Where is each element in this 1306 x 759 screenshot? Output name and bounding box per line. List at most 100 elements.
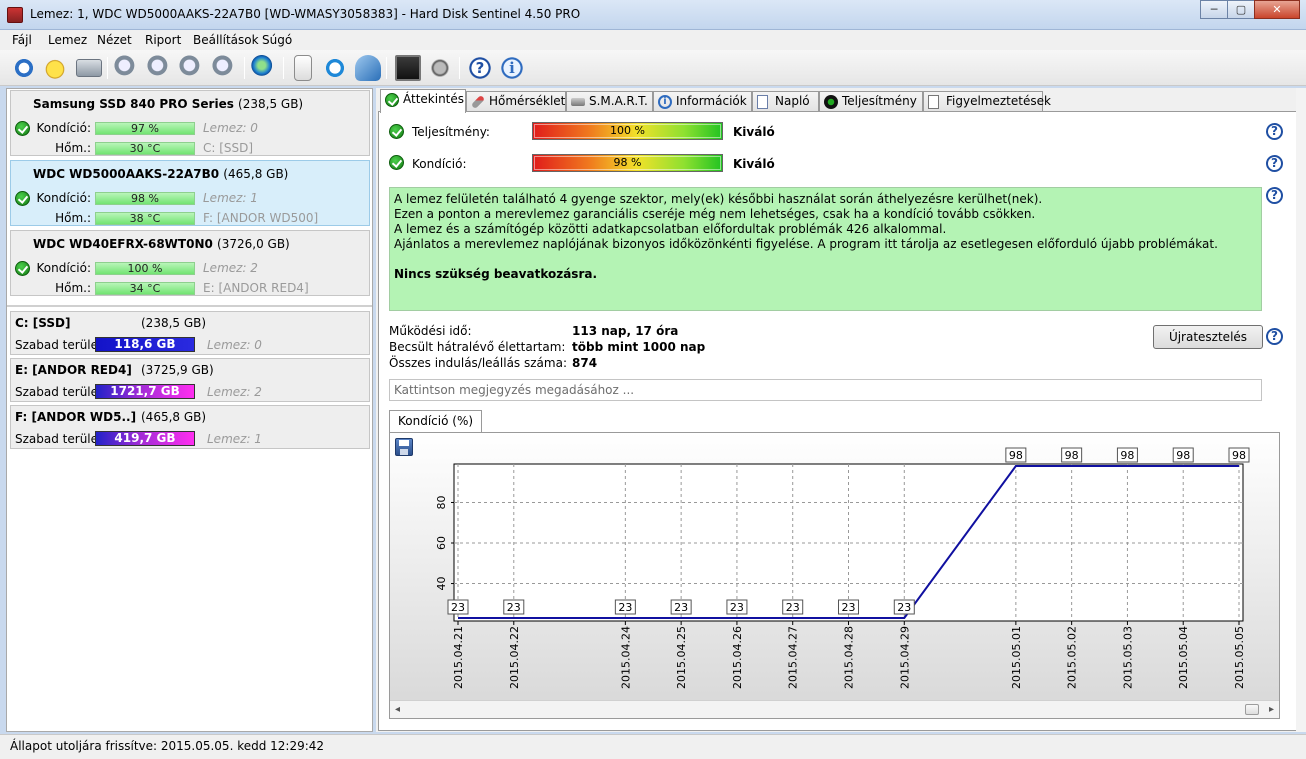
partition-size: (238,5 GB) xyxy=(141,316,207,330)
network-icon[interactable] xyxy=(355,55,381,81)
tab-overview[interactable]: Áttekintés xyxy=(380,89,466,113)
disk-icon[interactable] xyxy=(76,59,102,77)
retest-button[interactable]: Újratesztelés xyxy=(1153,325,1263,349)
info-icon[interactable]: i xyxy=(499,55,525,81)
free-space-label: Szabad terület xyxy=(15,338,103,352)
free-space-label: Szabad terület xyxy=(15,385,103,399)
menu-report[interactable]: Riport xyxy=(145,33,181,47)
x-tick-label: 2015.05.01 xyxy=(1010,626,1023,689)
warning-icon[interactable] xyxy=(42,55,68,81)
app-icon xyxy=(7,7,23,23)
tab-temperature[interactable]: Hőmérséklet xyxy=(466,91,566,112)
log-icon xyxy=(757,95,768,109)
info-icon: i xyxy=(658,95,672,109)
refresh-icon[interactable] xyxy=(11,55,37,81)
tool-icon[interactable] xyxy=(179,55,205,81)
partition-size: (465,8 GB) xyxy=(141,410,207,424)
y-tick-label: 80 xyxy=(435,495,448,509)
tab-information[interactable]: i Információk xyxy=(653,91,752,112)
sync-icon[interactable] xyxy=(322,55,348,81)
free-space-bar: 118,6 GB xyxy=(95,337,195,352)
condition-label: Kondíció: xyxy=(36,121,92,135)
help-icon[interactable]: ? xyxy=(1266,187,1283,204)
globe-icon[interactable] xyxy=(250,55,276,81)
condition-bar: 98 % xyxy=(95,192,195,205)
menu-settings[interactable]: Beállítások xyxy=(193,33,259,47)
message-line: A lemez felületén található 4 gyenge sze… xyxy=(394,192,1043,206)
tool-icon[interactable] xyxy=(212,55,238,81)
divider xyxy=(7,305,372,307)
vertical-scrollbar[interactable] xyxy=(1296,88,1306,732)
status-bar: Állapot utoljára frissítve: 2015.05.05. … xyxy=(0,734,1306,759)
disk-ref: Lemez: 1 xyxy=(203,191,258,205)
tool-icon[interactable] xyxy=(114,55,140,81)
tab-label: Áttekintés xyxy=(403,92,465,106)
help-icon[interactable]: ? xyxy=(1266,155,1283,172)
menu-file[interactable]: Fájl xyxy=(12,33,32,47)
temp-bar: 30 °C xyxy=(95,142,195,155)
tab-label: S.M.A.R.T. xyxy=(589,94,648,108)
partition-name: E: [ANDOR RED4] xyxy=(15,363,132,377)
help-icon[interactable]: ? xyxy=(1266,328,1283,345)
ok-icon xyxy=(15,121,30,136)
help-icon[interactable]: ? xyxy=(467,55,493,81)
scroll-thumb[interactable] xyxy=(1245,704,1259,715)
menu-view[interactable]: Nézet xyxy=(97,33,132,47)
menu-disk[interactable]: Lemez xyxy=(48,33,87,47)
scroll-left-icon[interactable]: ◂ xyxy=(395,704,400,715)
ok-icon xyxy=(389,155,404,170)
toolbar: ? i xyxy=(0,50,1306,86)
disk-card-selected[interactable]: WDC WD5000AAKS-22A7B0 (465,8 GB) Kondíci… xyxy=(10,160,370,226)
free-space-bar: 1721,7 GB xyxy=(95,384,195,399)
check-icon xyxy=(385,93,399,107)
status-text: Állapot utoljára frissítve: 2015.05.05. … xyxy=(10,739,325,753)
document-icon[interactable] xyxy=(294,55,312,81)
condition-label: Kondíció: xyxy=(36,261,92,275)
help-icon[interactable]: ? xyxy=(1266,123,1283,140)
partition-ref: F: [ANDOR WD500] xyxy=(203,211,319,225)
minimize-button[interactable]: ─ xyxy=(1200,0,1228,19)
note-input[interactable]: Kattintson megjegyzés megadásához ... xyxy=(389,379,1262,401)
tab-performance[interactable]: Teljesítmény xyxy=(819,91,923,112)
gauge-icon xyxy=(824,95,838,109)
partition-name: F: [ANDOR WD5..] xyxy=(15,410,137,424)
message-strong: Nincs szükség beavatkozásra. xyxy=(394,267,598,281)
uptime-label: Működési idő: xyxy=(389,324,472,338)
chart-scrollbar[interactable]: ◂ ▸ xyxy=(390,700,1279,718)
monitor-icon[interactable] xyxy=(395,55,421,81)
start-stop-value: 874 xyxy=(572,356,598,370)
partition-ref: C: [SSD] xyxy=(203,141,254,155)
menu-bar: Fájl Lemez Nézet Riport Beállítások Súgó xyxy=(0,30,1306,50)
remaining-life-value: több mint 1000 nap xyxy=(572,340,706,354)
menu-help[interactable]: Súgó xyxy=(262,33,292,47)
condition-chart-panel: 40 60 80 2015.04.21 2015.04.22 2015.04.24 2015… xyxy=(389,432,1280,719)
tab-log[interactable]: Napló xyxy=(752,91,819,112)
data-label: 98 xyxy=(1232,449,1246,462)
data-label: 23 xyxy=(897,601,911,614)
tab-condition-chart[interactable]: Kondíció (%) xyxy=(389,410,483,432)
x-tick-label: 2015.05.05 xyxy=(1233,626,1246,689)
condition-value: 98 % xyxy=(613,156,642,169)
data-label: 98 xyxy=(1065,449,1079,462)
disk-card[interactable]: Samsung SSD 840 PRO Series (238,5 GB) Ko… xyxy=(10,90,370,156)
x-tick-label: 2015.05.04 xyxy=(1177,626,1190,689)
temp-label: Hőm.: xyxy=(55,211,91,225)
tab-smart[interactable]: S.M.A.R.T. xyxy=(566,91,653,112)
tool-icon[interactable] xyxy=(147,55,173,81)
partition-card[interactable]: E: [ANDOR RED4] (3725,9 GB) Szabad terül… xyxy=(10,358,370,402)
tab-alerts[interactable]: Figyelmeztetések xyxy=(923,91,1051,112)
partition-card[interactable]: C: [SSD] (238,5 GB) Szabad terület 118,6… xyxy=(10,311,370,355)
close-button[interactable]: ✕ xyxy=(1254,0,1300,19)
maximize-button[interactable]: ▢ xyxy=(1227,0,1255,19)
disk-ref: Lemez: 2 xyxy=(207,385,262,399)
data-label: 23 xyxy=(842,601,856,614)
free-space-label: Szabad terület xyxy=(15,432,103,446)
partition-card[interactable]: F: [ANDOR WD5..] (465,8 GB) Szabad terül… xyxy=(10,405,370,449)
speaker-icon[interactable] xyxy=(427,55,453,81)
disk-card[interactable]: WDC WD40EFRX-68WT0N0 (3726,0 GB) Kondíci… xyxy=(10,230,370,296)
scroll-right-icon[interactable]: ▸ xyxy=(1269,704,1274,715)
y-tick-label: 60 xyxy=(435,536,448,550)
data-label: 23 xyxy=(451,601,465,614)
data-label: 23 xyxy=(674,601,688,614)
status-message-box: A lemez felületén található 4 gyenge sze… xyxy=(389,187,1262,311)
